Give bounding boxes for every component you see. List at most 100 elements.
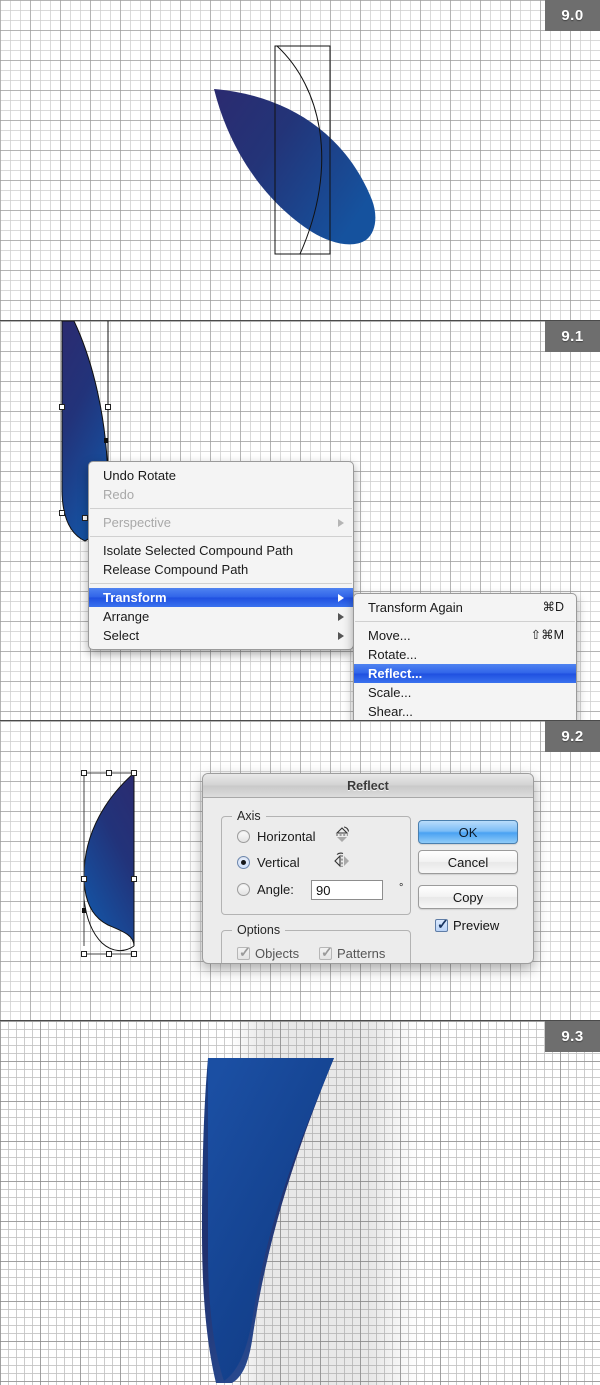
- dialog-title-label: Reflect: [347, 778, 389, 793]
- radio-angle[interactable]: Angle:: [237, 882, 294, 897]
- submenu-item-label: Move...: [368, 628, 411, 643]
- menu-item-label: Undo Rotate: [103, 468, 176, 483]
- illustrator-tutorial-screenshot: 9.0 Undo Rotate Redo Perspective Isolate…: [0, 0, 600, 1385]
- submenu-item-label: Reflect...: [368, 666, 423, 681]
- menu-separator: [355, 621, 575, 622]
- panel-step-9-2: Reflect Axis Horizontal Vertical Angle: …: [0, 721, 600, 1020]
- selection-handle[interactable]: [81, 770, 87, 776]
- menu-separator: [90, 536, 352, 537]
- reflect-dialog[interactable]: Reflect Axis Horizontal Vertical Angle: …: [202, 773, 534, 964]
- selection-handle[interactable]: [59, 510, 65, 516]
- menu-item-label: Select: [103, 628, 140, 643]
- radio-button-horizontal[interactable]: [237, 830, 250, 843]
- submenu-item-shear[interactable]: Shear...: [354, 702, 576, 720]
- selection-handle[interactable]: [81, 876, 87, 882]
- step-badge: 9.2: [545, 721, 600, 752]
- chevron-right-icon: [338, 631, 344, 640]
- panel-step-9-1: Undo Rotate Redo Perspective Isolate Sel…: [0, 321, 600, 720]
- menu-item-release-compound-path[interactable]: Release Compound Path: [89, 560, 353, 579]
- menu-item-select[interactable]: Select: [89, 626, 353, 645]
- path-anchor-point[interactable]: [104, 438, 108, 443]
- artwork-crescent-rotated[interactable]: [0, 0, 600, 320]
- step-badge-label: 9.0: [561, 7, 584, 24]
- submenu-item-move[interactable]: Move... ⇧⌘M: [354, 626, 576, 645]
- dialog-title-bar: Reflect: [203, 774, 533, 798]
- copy-button[interactable]: Copy: [418, 885, 518, 909]
- context-menu[interactable]: Undo Rotate Redo Perspective Isolate Sel…: [88, 461, 354, 650]
- checkbox-objects-label: Objects: [255, 946, 300, 961]
- step-badge-label: 9.3: [561, 1028, 584, 1045]
- menu-item-label: Arrange: [103, 609, 150, 624]
- artwork-combined-crescents[interactable]: [0, 1021, 600, 1385]
- menu-item-transform[interactable]: Transform: [89, 588, 353, 607]
- step-badge: 9.3: [545, 1021, 600, 1052]
- submenu-item-shortcut: ⇧⌘M: [530, 628, 564, 642]
- ok-button[interactable]: OK: [418, 820, 518, 844]
- panel-step-9-0: 9.0: [0, 0, 600, 320]
- transform-submenu[interactable]: Transform Again ⌘D Move... ⇧⌘M Rotate...…: [353, 593, 577, 720]
- radio-button-vertical[interactable]: [237, 856, 250, 869]
- chevron-right-icon: [338, 518, 344, 527]
- menu-item-label: Perspective: [103, 515, 171, 530]
- submenu-item-scale[interactable]: Scale...: [354, 683, 576, 702]
- cancel-button-label: Cancel: [447, 854, 489, 870]
- checkbox-preview-box[interactable]: ✓: [435, 916, 449, 932]
- checkbox-patterns-label: Patterns: [337, 946, 386, 961]
- step-badge: 9.0: [545, 0, 600, 31]
- step-badge-label: 9.2: [561, 728, 584, 745]
- checkbox-preview-label: Preview: [453, 918, 500, 933]
- panel-step-9-3: 9.3: [0, 1021, 600, 1385]
- degree-symbol-label: °: [399, 882, 404, 894]
- menu-item-label: Redo: [103, 487, 135, 502]
- chevron-right-icon: [338, 612, 344, 621]
- submenu-item-label: Transform Again: [368, 600, 463, 615]
- menu-item-isolate-selected-compound-path[interactable]: Isolate Selected Compound Path: [89, 541, 353, 560]
- selection-handle[interactable]: [59, 404, 65, 410]
- radio-angle-label: Angle:: [257, 882, 294, 897]
- selection-handle[interactable]: [106, 770, 112, 776]
- reflect-horizontal-icon: [335, 826, 350, 842]
- menu-item-redo: Redo: [89, 485, 353, 504]
- submenu-item-transform-again[interactable]: Transform Again ⌘D: [354, 598, 576, 617]
- selection-handle[interactable]: [131, 770, 137, 776]
- menu-item-label: Release Compound Path: [103, 562, 249, 577]
- radio-vertical[interactable]: Vertical: [237, 855, 300, 870]
- checkbox-patterns-box[interactable]: ✓: [319, 944, 333, 960]
- cancel-button[interactable]: Cancel: [418, 850, 518, 874]
- selection-handle[interactable]: [131, 876, 137, 882]
- radio-button-angle[interactable]: [237, 883, 250, 896]
- checkbox-objects[interactable]: ✓ Objects: [237, 944, 300, 961]
- chevron-right-icon: [338, 593, 344, 602]
- menu-separator: [90, 583, 352, 584]
- checkbox-preview[interactable]: ✓ Preview: [435, 916, 500, 933]
- submenu-item-label: Scale...: [368, 685, 412, 700]
- dialog-body: Axis Horizontal Vertical Angle: 90 ° Opt…: [203, 798, 533, 963]
- menu-item-label: Isolate Selected Compound Path: [103, 543, 294, 558]
- menu-item-label: Transform: [103, 590, 167, 605]
- options-legend: Options: [232, 923, 286, 937]
- menu-item-undo-rotate[interactable]: Undo Rotate: [89, 466, 353, 485]
- path-anchor-point[interactable]: [82, 908, 86, 913]
- step-badge: 9.1: [545, 321, 600, 352]
- check-icon: ✓: [239, 944, 251, 960]
- check-icon: ✓: [321, 944, 333, 960]
- submenu-item-shortcut: ⌘D: [542, 600, 564, 614]
- checkbox-patterns[interactable]: ✓ Patterns: [319, 944, 386, 961]
- submenu-item-reflect[interactable]: Reflect...: [354, 664, 576, 683]
- submenu-item-label: Rotate...: [368, 647, 418, 662]
- checkbox-objects-box[interactable]: ✓: [237, 944, 251, 960]
- selection-handle[interactable]: [105, 404, 111, 410]
- radio-horizontal[interactable]: Horizontal: [237, 829, 316, 844]
- check-icon: ✓: [437, 916, 449, 932]
- submenu-item-rotate[interactable]: Rotate...: [354, 645, 576, 664]
- step-badge-label: 9.1: [561, 328, 584, 345]
- menu-item-perspective: Perspective: [89, 513, 353, 532]
- angle-input-value: 90: [316, 883, 331, 898]
- selection-handle[interactable]: [131, 951, 137, 957]
- submenu-item-label: Shear...: [368, 704, 413, 719]
- angle-input[interactable]: 90: [311, 880, 383, 900]
- selection-handle[interactable]: [81, 951, 87, 957]
- axis-legend: Axis: [232, 809, 266, 823]
- selection-handle[interactable]: [106, 951, 112, 957]
- menu-item-arrange[interactable]: Arrange: [89, 607, 353, 626]
